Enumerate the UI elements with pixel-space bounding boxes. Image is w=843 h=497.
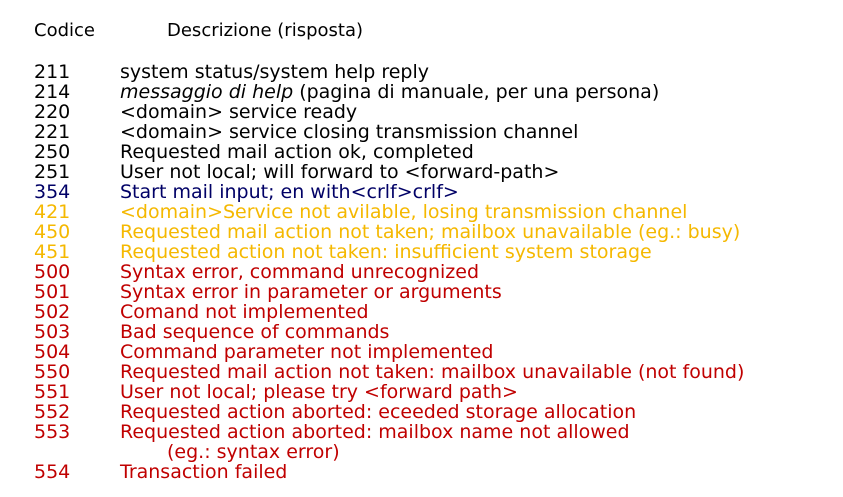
reply-code: 354 (34, 181, 71, 203)
reply-description: Syntax error in parameter or arguments (120, 282, 502, 302)
reply-description: Comand not implemented (120, 302, 369, 322)
reply-code: 421 (34, 201, 71, 223)
reply-code: 550 (34, 361, 71, 383)
table-row: 503 Bad sequence of commands (34, 322, 834, 342)
reply-description: <domain> service ready (120, 102, 357, 122)
reply-description-text: system status/system help reply (120, 61, 430, 83)
reply-description-text: Requested mail action not taken: mailbox… (120, 361, 745, 383)
reply-description-text: Command parameter not implemented (120, 341, 494, 363)
reply-code: 451 (34, 241, 71, 263)
reply-code: 500 (34, 261, 71, 283)
reply-code: 221 (34, 121, 71, 143)
reply-description: User not local; please try <forward path… (120, 382, 518, 402)
reply-description: Requested mail action not taken; mailbox… (120, 222, 740, 242)
table-header: Codice Descrizione (risposta) (34, 20, 363, 42)
reply-description-text: <domain> service closing transmission ch… (120, 121, 579, 143)
table-row: 214 messaggio di help (pagina di manuale,… (34, 82, 834, 102)
reply-code: 553 (34, 421, 71, 443)
reply-description: Command parameter not implemented (120, 342, 493, 362)
reply-description-text: User not local; please try <forward path… (120, 381, 518, 403)
table-row: 421 <domain>Service not avilable, losing … (34, 202, 834, 222)
table-row: 551 User not local; please try <forward p… (34, 382, 834, 402)
table-row: 553 Requested action aborted: mailbox nam… (34, 422, 834, 442)
reply-code: 250 (34, 141, 71, 163)
reply-description-italic: messaggio di help (120, 81, 294, 103)
reply-description-text: Requested action not taken: insufficient… (120, 241, 652, 263)
reply-code: 211 (34, 61, 71, 83)
description-column-header: Descrizione (risposta) (167, 20, 364, 41)
table-row: 500 Syntax error, command unrecognized (34, 262, 834, 282)
reply-code: 214 (34, 81, 71, 103)
reply-description-text: Transaction failed (120, 461, 288, 483)
reply-code: 503 (34, 321, 71, 343)
reply-description: Requested mail action ok, completed (120, 142, 474, 162)
reply-description: Requested action aborted: eceeded storag… (120, 402, 636, 422)
reply-code: 502 (34, 301, 71, 323)
reply-code: 220 (34, 101, 71, 123)
reply-description-text: Bad sequence of commands (120, 321, 390, 343)
table-row: 554 Transaction failed (34, 462, 834, 482)
table-row: 504 Command parameter not implemented (34, 342, 834, 362)
table-row: 211 system status/system help reply (34, 62, 834, 82)
table-row: 251 User not local; will forward to <forw… (34, 162, 834, 182)
table-row: 354 Start mail input; en with<crlf>crlf> (34, 182, 834, 202)
reply-description-text: Start mail input; en with<crlf>crlf> (120, 181, 459, 203)
reply-codes-table: 211 system status/system help reply 214 mes… (34, 62, 834, 482)
reply-description-text: Requested mail action ok, completed (120, 141, 474, 163)
reply-description-text: Syntax error in parameter or arguments (120, 281, 502, 303)
reply-description-text: Syntax error, command unrecognized (120, 261, 480, 283)
reply-description-text: Requested action aborted: eceeded storag… (120, 401, 637, 423)
table-row: 221 <domain> service closing transmission… (34, 122, 834, 142)
reply-description-text: User not local; will forward to <forward… (120, 161, 560, 183)
table-row: 450 Requested mail action not taken; mail… (34, 222, 834, 242)
reply-description: Bad sequence of commands (120, 322, 389, 342)
reply-code: 251 (34, 161, 71, 183)
reply-description: <domain> service closing transmission ch… (120, 122, 578, 142)
reply-code: 552 (34, 401, 71, 423)
reply-description: Requested mail action not taken: mailbox… (120, 362, 744, 382)
reply-description-text: <domain> service ready (120, 101, 358, 123)
reply-description-text: (pagina di manuale, per una persona) (293, 81, 660, 103)
code-column-header: Codice (34, 20, 95, 41)
reply-description: messaggio di help (pagina di manuale, pe… (120, 82, 659, 102)
reply-description: Requested action not taken: insufficient… (120, 242, 652, 262)
table-row-continuation: (eg.: syntax error) (34, 442, 834, 462)
reply-description-text: <domain>Service not avilable, losing tra… (120, 201, 688, 223)
reply-code: 501 (34, 281, 71, 303)
reply-description: User not local; will forward to <forward… (120, 162, 559, 182)
reply-description: Requested action aborted: mailbox name n… (120, 422, 630, 442)
reply-description-text: Requested action aborted: mailbox name n… (120, 421, 630, 443)
reply-code: 450 (34, 221, 71, 243)
table-row: 502 Comand not implemented (34, 302, 834, 322)
reply-description: Start mail input; en with<crlf>crlf> (120, 182, 459, 202)
reply-description: system status/system help reply (120, 62, 429, 82)
table-row: 550 Requested mail action not taken: mail… (34, 362, 834, 382)
table-row: 220 <domain> service ready (34, 102, 834, 122)
reply-code: 554 (34, 461, 71, 483)
reply-code: 504 (34, 341, 71, 363)
reply-code: 551 (34, 381, 71, 403)
reply-description: Transaction failed (120, 462, 287, 482)
table-row: 552 Requested action aborted: eceeded sto… (34, 402, 834, 422)
reply-description-text: Comand not implemented (120, 301, 369, 323)
table-row: 451 Requested action not taken: insuffici… (34, 242, 834, 262)
table-row: 501 Syntax error in parameter or argument… (34, 282, 834, 302)
reply-description-continuation: (eg.: syntax error) (167, 441, 340, 463)
table-row: 250 Requested mail action ok, completed (34, 142, 834, 162)
reply-description: Syntax error, command unrecognized (120, 262, 479, 282)
reply-description-text: Requested mail action not taken; mailbox… (120, 221, 741, 243)
reply-description: <domain>Service not avilable, losing tra… (120, 202, 687, 222)
